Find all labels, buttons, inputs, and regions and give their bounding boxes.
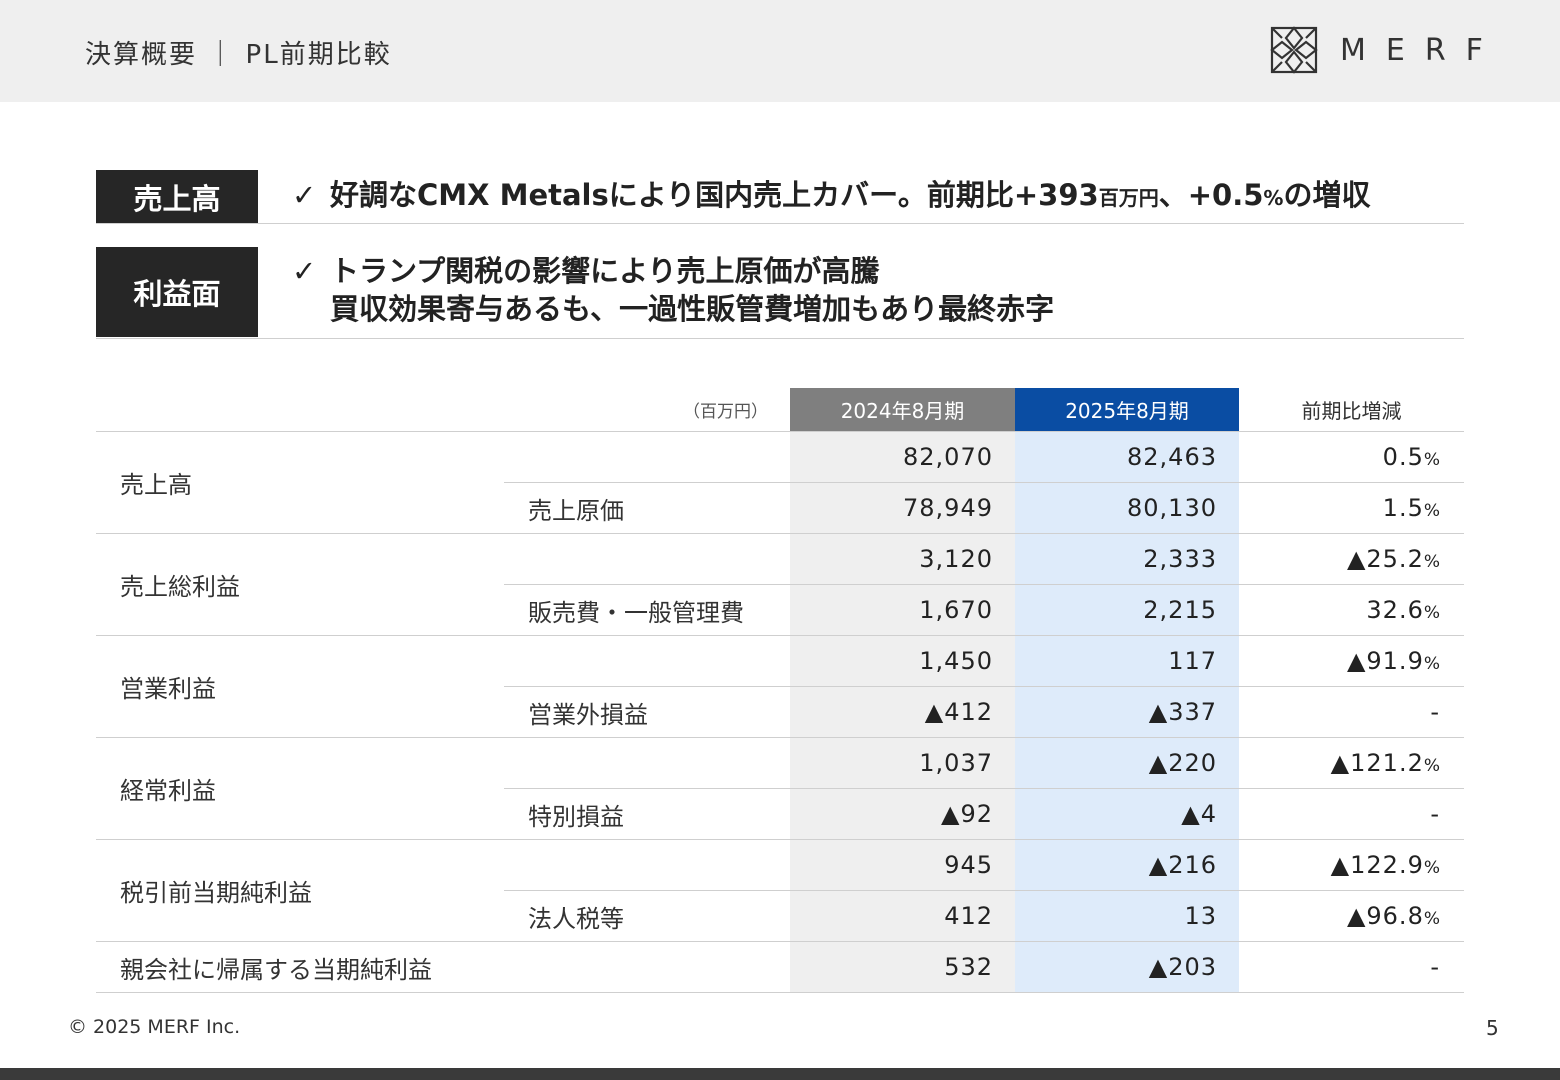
row-sublabel (504, 635, 790, 687)
copyright: © 2025 MERF Inc. (68, 1016, 241, 1038)
value-2025: ▲220 (1015, 737, 1239, 789)
page-header: 決算概要 ｜ PL前期比較 MERF (0, 0, 1560, 102)
unit-label: （百万円） (96, 388, 790, 432)
value-2025: ▲216 (1015, 839, 1239, 891)
row-label-sga: 販売費・一般管理費 (504, 584, 790, 636)
value-2024: 945 (790, 839, 1015, 891)
value-2024: 1,670 (790, 584, 1015, 636)
value-diff: 0.5% (1239, 431, 1464, 483)
table-row: 親会社に帰属する当期純利益 532 ▲203 - (96, 941, 1464, 993)
value-2025: 80,130 (1015, 482, 1239, 534)
column-header-2025: 2025年8月期 (1015, 388, 1239, 432)
summary-revenue-pct: % (1263, 186, 1284, 210)
table-row: 売上総利益 3,120 2,333 ▲25.2% (96, 533, 1464, 636)
summary-label-profit: 利益面 (96, 247, 258, 337)
row-label-gross-profit: 売上総利益 (96, 533, 504, 636)
footer-bar (0, 1068, 1560, 1080)
value-2024: ▲92 (790, 788, 1015, 840)
value-2025: ▲337 (1015, 686, 1239, 738)
page-number: 5 (1486, 1016, 1499, 1040)
row-label-extraordinary: 特別損益 (504, 788, 790, 840)
value-2024: 412 (790, 890, 1015, 942)
summary-profit: 利益面 ✓ トランプ関税の影響により売上原価が高騰 買収効果寄与あるも、一過性販管… (96, 247, 1464, 339)
value-diff: ▲96.8% (1239, 890, 1464, 942)
value-2025: ▲203 (1015, 941, 1239, 993)
table-row: 税引前当期純利益 945 ▲216 ▲122.9% (96, 839, 1464, 942)
column-header-diff: 前期比増減 (1239, 388, 1464, 432)
row-label-operating-profit: 営業利益 (96, 635, 504, 738)
value-2024: 3,120 (790, 533, 1015, 585)
value-2025: 2,333 (1015, 533, 1239, 585)
row-label-cost-of-sales: 売上原価 (504, 482, 790, 534)
value-diff: ▲121.2% (1239, 737, 1464, 789)
column-header-2024: 2024年8月期 (790, 388, 1015, 432)
value-diff: - (1239, 941, 1464, 993)
row-label-net-income: 親会社に帰属する当期純利益 (96, 941, 790, 993)
value-2025: 13 (1015, 890, 1239, 942)
value-diff: - (1239, 788, 1464, 840)
summary-text-revenue: ✓ 好調なCMX Metalsにより国内売上カバー。前期比+393百万円、+0.5… (292, 176, 1370, 217)
value-2025: ▲4 (1015, 788, 1239, 840)
value-2025: 117 (1015, 635, 1239, 687)
row-label-pretax-income: 税引前当期純利益 (96, 839, 504, 942)
summary-revenue-end: の増収 (1283, 178, 1371, 212)
row-sublabel (504, 737, 790, 789)
row-sublabel (504, 839, 790, 891)
value-2024: 82,070 (790, 431, 1015, 483)
summary-revenue-main: 好調なCMX Metalsにより国内売上カバー。前期比+393 (330, 178, 1099, 212)
summary-label-revenue: 売上高 (96, 170, 258, 223)
table-header-row: （百万円） 2024年8月期 2025年8月期 前期比増減 (96, 388, 1464, 432)
check-icon: ✓ (292, 178, 317, 212)
logo-wordmark: MERF (1340, 32, 1503, 68)
value-diff: ▲91.9% (1239, 635, 1464, 687)
summary-profit-line2: 買収効果寄与あるも、一過性販管費増加もあり最終赤字 (330, 292, 1055, 326)
value-2024: 1,037 (790, 737, 1015, 789)
summary-revenue: 売上高 ✓ 好調なCMX Metalsにより国内売上カバー。前期比+393百万円、… (96, 170, 1464, 224)
check-icon: ✓ (292, 254, 317, 288)
table-row: 売上高 82,070 82,463 0.5% (96, 431, 1464, 534)
value-diff: ▲122.9% (1239, 839, 1464, 891)
row-sublabel (504, 533, 790, 585)
value-2025: 82,463 (1015, 431, 1239, 483)
value-2024: 1,450 (790, 635, 1015, 687)
table-row: 営業利益 1,450 117 ▲91.9% (96, 635, 1464, 738)
merf-logo-icon (1270, 26, 1318, 74)
row-label-revenue: 売上高 (96, 431, 504, 534)
row-label-ordinary-profit: 経常利益 (96, 737, 504, 840)
table-row: 経常利益 1,037 ▲220 ▲121.2% (96, 737, 1464, 840)
page-title: 決算概要 ｜ PL前期比較 (85, 40, 392, 70)
summary-text-profit: ✓ トランプ関税の影響により売上原価が高騰 買収効果寄与あるも、一過性販管費増加も… (292, 252, 1054, 328)
row-label-non-operating: 営業外損益 (504, 686, 790, 738)
value-2024: 532 (790, 941, 1015, 993)
summary-profit-line1: トランプ関税の影響により売上原価が高騰 (330, 254, 880, 288)
summary-revenue-mid: 、+0.5 (1158, 178, 1264, 212)
company-logo: MERF (1268, 24, 1503, 76)
value-diff: 1.5% (1239, 482, 1464, 534)
pl-comparison-table: （百万円） 2024年8月期 2025年8月期 前期比増減 売上高 82,070… (96, 388, 1464, 993)
summary-revenue-unit: 百万円 (1098, 186, 1159, 210)
row-label-income-taxes: 法人税等 (504, 890, 790, 942)
value-diff: ▲25.2% (1239, 533, 1464, 585)
value-diff: 32.6% (1239, 584, 1464, 636)
value-2024: 78,949 (790, 482, 1015, 534)
value-diff: - (1239, 686, 1464, 738)
value-2025: 2,215 (1015, 584, 1239, 636)
row-sublabel (504, 431, 790, 483)
value-2024: ▲412 (790, 686, 1015, 738)
